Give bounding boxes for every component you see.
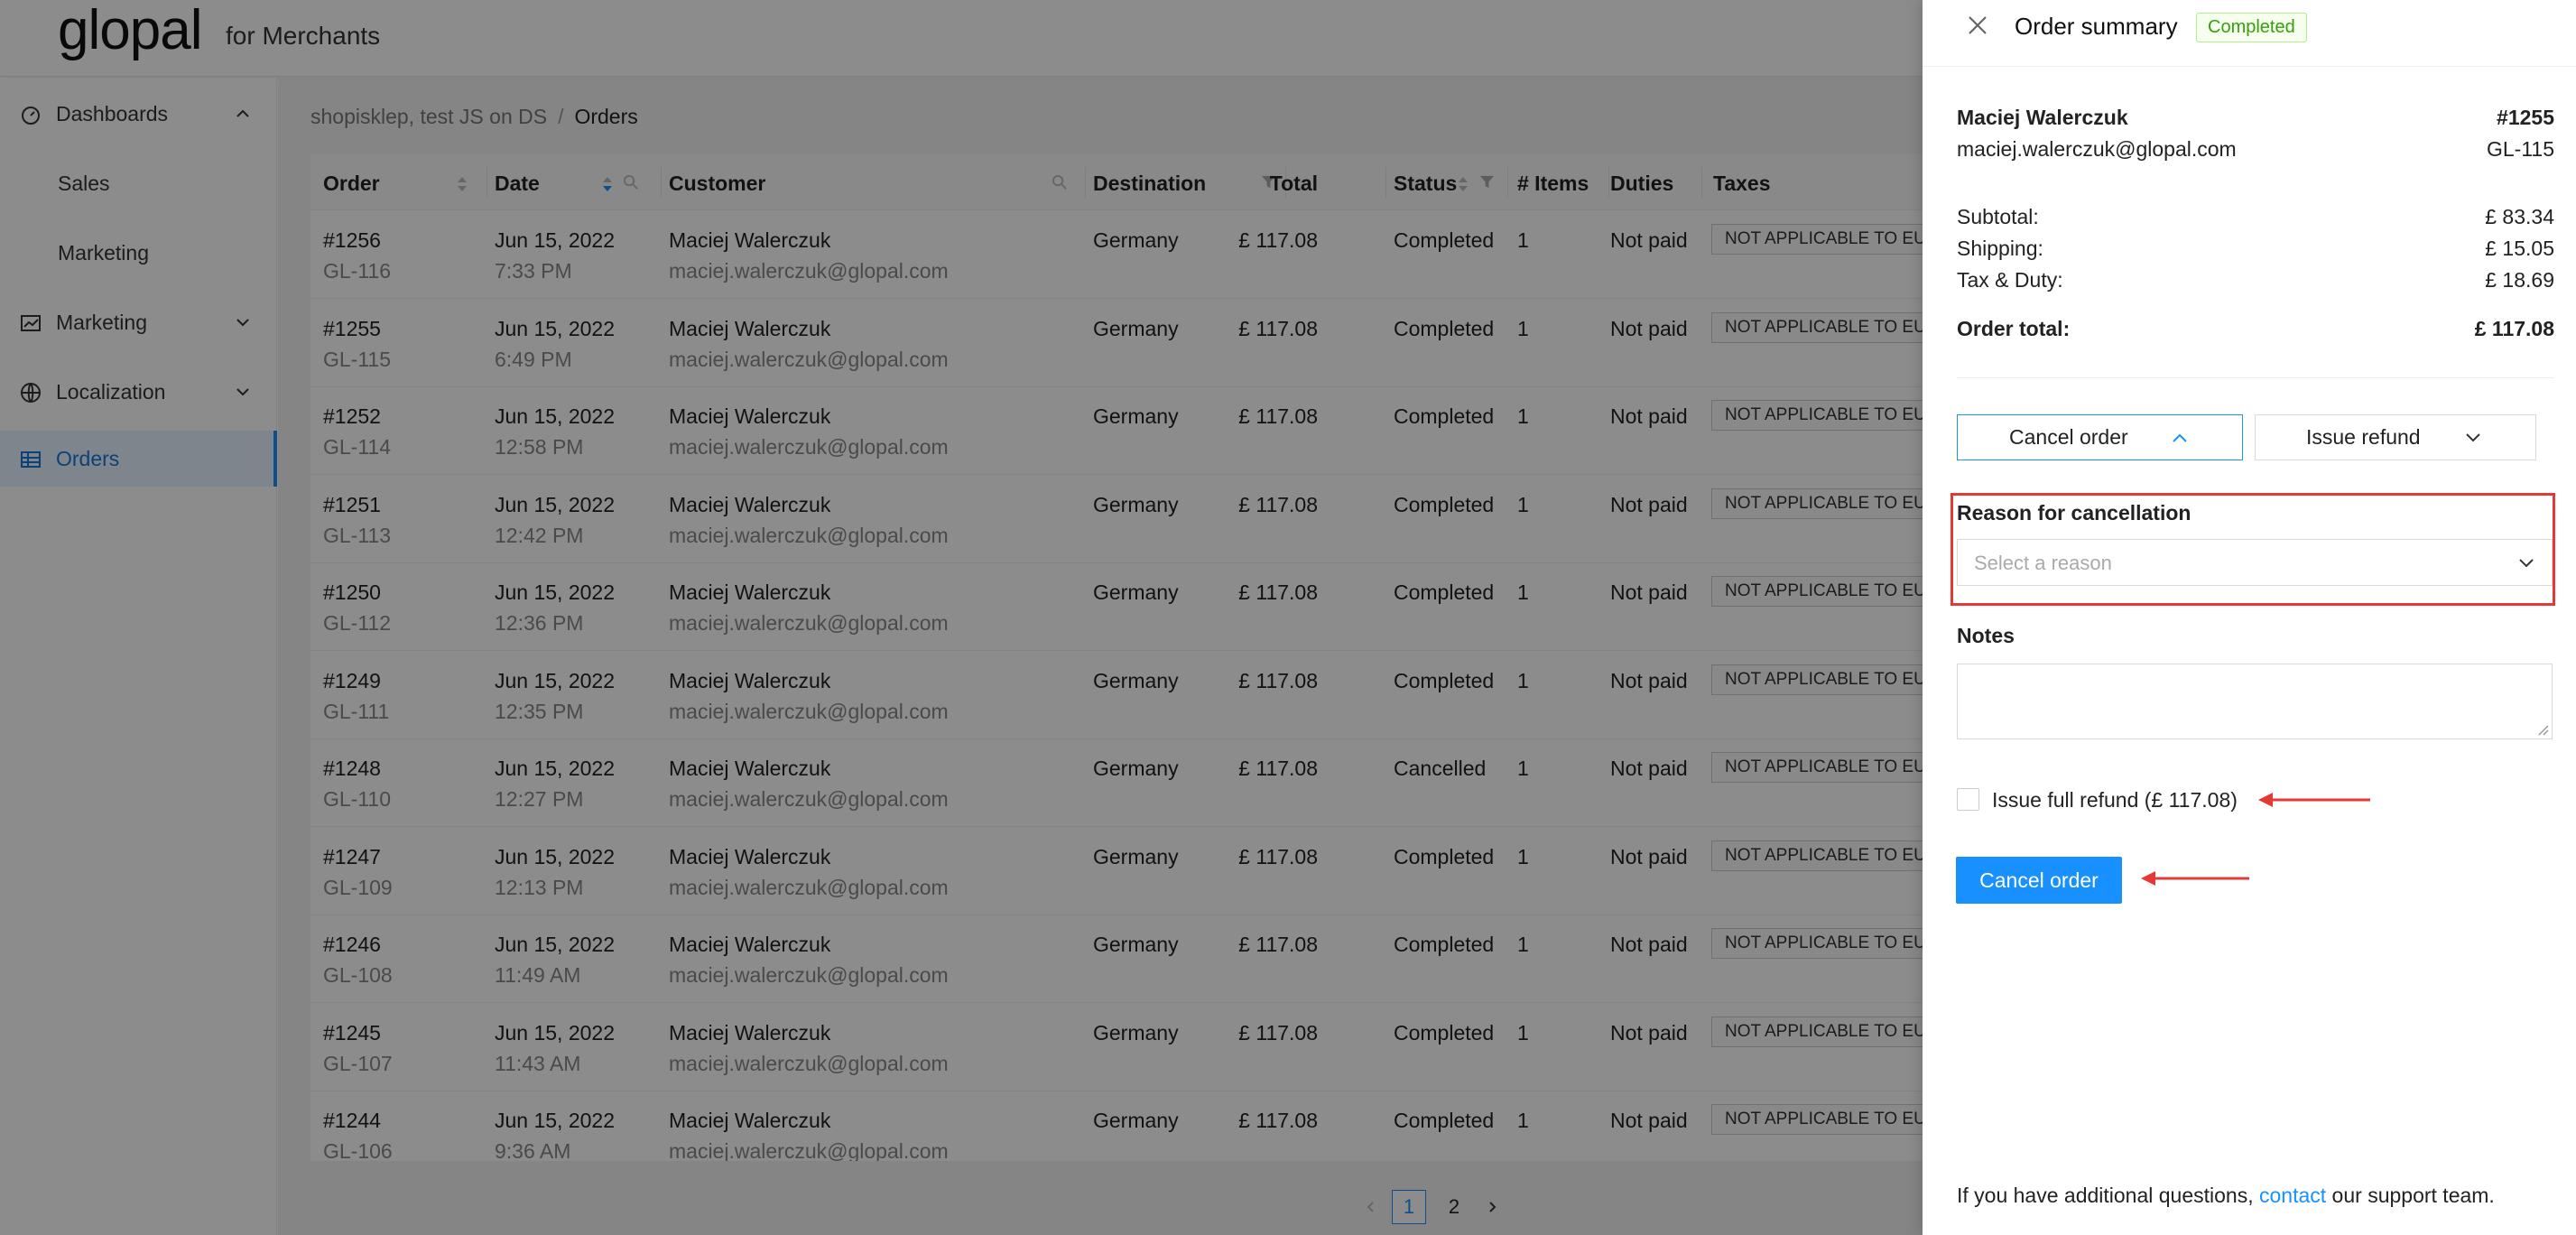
shipping-value: £ 15.05 (2485, 237, 2554, 260)
modal-overlay[interactable] (0, 0, 1923, 1235)
footer-suffix: our support team. (2326, 1184, 2495, 1207)
cancel-order-submit-button[interactable]: Cancel order (1956, 857, 2122, 904)
subtotal-label: Subtotal: (1957, 205, 2039, 228)
contact-link[interactable]: contact (2259, 1184, 2326, 1207)
gl-number: GL-115 (2486, 137, 2554, 161)
reason-placeholder: Select a reason (1974, 552, 2112, 574)
issue-refund-toggle-button[interactable]: Issue refund (2255, 414, 2536, 460)
cancel-order-toggle-label: Cancel order (2009, 425, 2128, 449)
reason-label: Reason for cancellation (1957, 501, 2191, 525)
tax-value: £ 18.69 (2485, 268, 2554, 292)
tax-label: Tax & Duty: (1957, 268, 2063, 292)
customer-email: maciej.walerczuk@glopal.com (1957, 137, 2237, 161)
chevron-down-icon (2519, 559, 2534, 568)
shipping-label: Shipping: (1957, 237, 2043, 260)
customer-name: Maciej Walerczuk (1957, 106, 2128, 129)
order-number: #1255 (2497, 106, 2554, 129)
order-total-value: £ 117.08 (2474, 317, 2554, 340)
subtotal-value: £ 83.34 (2485, 205, 2554, 228)
resize-handle-icon[interactable] (2536, 723, 2549, 736)
footer-prefix: If you have additional questions, (1957, 1184, 2260, 1207)
chevron-down-icon (2466, 433, 2480, 442)
drawer-body: Maciej Walerczuk #1255 maciej.walerczuk@… (1957, 0, 2554, 1235)
reason-select[interactable]: Select a reason (1957, 539, 2553, 586)
cancel-order-toggle-button[interactable]: Cancel order (1957, 414, 2243, 460)
annotation-arrow-icon (2141, 871, 2249, 886)
support-footer: If you have additional questions, contac… (1957, 1184, 2495, 1208)
full-refund-label[interactable]: Issue full refund (£ 117.08) (1992, 788, 2238, 812)
notes-textarea[interactable] (1957, 664, 2553, 739)
notes-label: Notes (1957, 624, 2015, 647)
divider (1957, 377, 2554, 378)
issue-refund-toggle-label: Issue refund (2306, 425, 2421, 449)
annotation-arrow-icon (2258, 793, 2370, 807)
order-summary-drawer: Order summary Completed Maciej Walerczuk… (1923, 0, 2576, 1235)
full-refund-checkbox[interactable] (1957, 788, 1979, 811)
chevron-up-icon (2173, 433, 2187, 442)
order-total-label: Order total: (1957, 317, 2071, 340)
